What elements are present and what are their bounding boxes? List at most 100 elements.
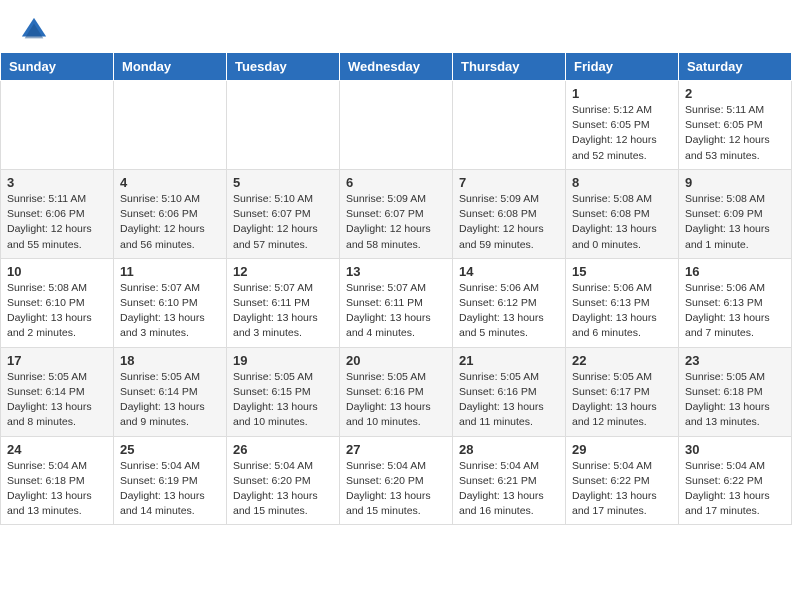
day-info: Sunrise: 5:09 AM Sunset: 6:08 PM Dayligh… <box>459 192 559 253</box>
day-info: Sunrise: 5:04 AM Sunset: 6:21 PM Dayligh… <box>459 459 559 520</box>
day-number: 24 <box>7 442 107 457</box>
calendar-week-4: 17 Sunrise: 5:05 AM Sunset: 6:14 PM Dayli… <box>1 347 792 436</box>
day-number: 9 <box>685 175 785 190</box>
day-number: 17 <box>7 353 107 368</box>
calendar-header-saturday: Saturday <box>679 53 792 81</box>
calendar-cell-4-3: 19 Sunrise: 5:05 AM Sunset: 6:15 PM Dayli… <box>227 347 340 436</box>
calendar-cell-3-6: 15 Sunrise: 5:06 AM Sunset: 6:13 PM Dayli… <box>566 258 679 347</box>
day-number: 21 <box>459 353 559 368</box>
day-number: 15 <box>572 264 672 279</box>
day-info: Sunrise: 5:05 AM Sunset: 6:14 PM Dayligh… <box>7 370 107 431</box>
calendar-cell-1-3 <box>227 81 340 170</box>
calendar-week-3: 10 Sunrise: 5:08 AM Sunset: 6:10 PM Dayli… <box>1 258 792 347</box>
day-info: Sunrise: 5:06 AM Sunset: 6:13 PM Dayligh… <box>572 281 672 342</box>
page-header <box>0 0 792 52</box>
day-info: Sunrise: 5:08 AM Sunset: 6:10 PM Dayligh… <box>7 281 107 342</box>
day-info: Sunrise: 5:05 AM Sunset: 6:15 PM Dayligh… <box>233 370 333 431</box>
calendar-cell-3-2: 11 Sunrise: 5:07 AM Sunset: 6:10 PM Dayli… <box>114 258 227 347</box>
day-number: 1 <box>572 86 672 101</box>
day-number: 23 <box>685 353 785 368</box>
day-info: Sunrise: 5:05 AM Sunset: 6:14 PM Dayligh… <box>120 370 220 431</box>
day-info: Sunrise: 5:04 AM Sunset: 6:22 PM Dayligh… <box>572 459 672 520</box>
calendar-cell-5-2: 25 Sunrise: 5:04 AM Sunset: 6:19 PM Dayli… <box>114 436 227 525</box>
day-info: Sunrise: 5:05 AM Sunset: 6:17 PM Dayligh… <box>572 370 672 431</box>
day-number: 26 <box>233 442 333 457</box>
calendar-cell-1-1 <box>1 81 114 170</box>
day-number: 13 <box>346 264 446 279</box>
day-number: 10 <box>7 264 107 279</box>
day-number: 8 <box>572 175 672 190</box>
calendar-cell-1-4 <box>340 81 453 170</box>
day-info: Sunrise: 5:10 AM Sunset: 6:06 PM Dayligh… <box>120 192 220 253</box>
day-info: Sunrise: 5:07 AM Sunset: 6:11 PM Dayligh… <box>233 281 333 342</box>
day-info: Sunrise: 5:05 AM Sunset: 6:16 PM Dayligh… <box>459 370 559 431</box>
day-number: 19 <box>233 353 333 368</box>
calendar-cell-2-7: 9 Sunrise: 5:08 AM Sunset: 6:09 PM Daylig… <box>679 169 792 258</box>
calendar-cell-2-4: 6Sunrise: 5:09 AM Sunset: 6:07 PM Daylig… <box>340 169 453 258</box>
calendar-cell-3-4: 13Sunrise: 5:07 AM Sunset: 6:11 PM Dayli… <box>340 258 453 347</box>
calendar-cell-3-5: 14Sunrise: 5:06 AM Sunset: 6:12 PM Dayli… <box>453 258 566 347</box>
calendar-table: SundayMondayTuesdayWednesdayThursdayFrid… <box>0 52 792 525</box>
day-number: 11 <box>120 264 220 279</box>
calendar-cell-4-5: 21 Sunrise: 5:05 AM Sunset: 6:16 PM Dayli… <box>453 347 566 436</box>
day-number: 25 <box>120 442 220 457</box>
calendar-cell-5-5: 28 Sunrise: 5:04 AM Sunset: 6:21 PM Dayli… <box>453 436 566 525</box>
day-info: Sunrise: 5:04 AM Sunset: 6:22 PM Dayligh… <box>685 459 785 520</box>
day-number: 22 <box>572 353 672 368</box>
calendar-cell-2-2: 4 Sunrise: 5:10 AM Sunset: 6:06 PM Daylig… <box>114 169 227 258</box>
day-info: Sunrise: 5:06 AM Sunset: 6:13 PM Dayligh… <box>685 281 785 342</box>
calendar-cell-5-4: 27Sunrise: 5:04 AM Sunset: 6:20 PM Dayli… <box>340 436 453 525</box>
day-info: Sunrise: 5:07 AM Sunset: 6:10 PM Dayligh… <box>120 281 220 342</box>
calendar-cell-5-3: 26 Sunrise: 5:04 AM Sunset: 6:20 PM Dayli… <box>227 436 340 525</box>
calendar-cell-5-7: 30Sunrise: 5:04 AM Sunset: 6:22 PM Dayli… <box>679 436 792 525</box>
day-info: Sunrise: 5:04 AM Sunset: 6:19 PM Dayligh… <box>120 459 220 520</box>
calendar-cell-2-1: 3 Sunrise: 5:11 AM Sunset: 6:06 PM Daylig… <box>1 169 114 258</box>
day-info: Sunrise: 5:10 AM Sunset: 6:07 PM Dayligh… <box>233 192 333 253</box>
calendar-header-thursday: Thursday <box>453 53 566 81</box>
calendar-cell-2-3: 5 Sunrise: 5:10 AM Sunset: 6:07 PM Daylig… <box>227 169 340 258</box>
day-number: 29 <box>572 442 672 457</box>
day-number: 3 <box>7 175 107 190</box>
day-info: Sunrise: 5:08 AM Sunset: 6:08 PM Dayligh… <box>572 192 672 253</box>
day-info: Sunrise: 5:05 AM Sunset: 6:16 PM Dayligh… <box>346 370 446 431</box>
day-number: 16 <box>685 264 785 279</box>
day-number: 7 <box>459 175 559 190</box>
calendar-week-5: 24 Sunrise: 5:04 AM Sunset: 6:18 PM Dayli… <box>1 436 792 525</box>
calendar-cell-2-5: 7 Sunrise: 5:09 AM Sunset: 6:08 PM Daylig… <box>453 169 566 258</box>
calendar-cell-3-7: 16 Sunrise: 5:06 AM Sunset: 6:13 PM Dayli… <box>679 258 792 347</box>
calendar-cell-1-6: 1 Sunrise: 5:12 AM Sunset: 6:05 PM Daylig… <box>566 81 679 170</box>
day-number: 2 <box>685 86 785 101</box>
logo <box>20 16 52 44</box>
calendar-cell-4-7: 23 Sunrise: 5:05 AM Sunset: 6:18 PM Dayli… <box>679 347 792 436</box>
day-number: 20 <box>346 353 446 368</box>
day-info: Sunrise: 5:04 AM Sunset: 6:18 PM Dayligh… <box>7 459 107 520</box>
day-info: Sunrise: 5:09 AM Sunset: 6:07 PM Dayligh… <box>346 192 446 253</box>
day-info: Sunrise: 5:04 AM Sunset: 6:20 PM Dayligh… <box>346 459 446 520</box>
calendar-cell-5-6: 29 Sunrise: 5:04 AM Sunset: 6:22 PM Dayli… <box>566 436 679 525</box>
calendar-header-row: SundayMondayTuesdayWednesdayThursdayFrid… <box>1 53 792 81</box>
calendar-header-tuesday: Tuesday <box>227 53 340 81</box>
day-info: Sunrise: 5:08 AM Sunset: 6:09 PM Dayligh… <box>685 192 785 253</box>
logo-icon <box>20 16 48 44</box>
day-info: Sunrise: 5:05 AM Sunset: 6:18 PM Dayligh… <box>685 370 785 431</box>
calendar-cell-4-6: 22 Sunrise: 5:05 AM Sunset: 6:17 PM Dayli… <box>566 347 679 436</box>
calendar-week-1: 1 Sunrise: 5:12 AM Sunset: 6:05 PM Daylig… <box>1 81 792 170</box>
day-number: 12 <box>233 264 333 279</box>
calendar-cell-2-6: 8 Sunrise: 5:08 AM Sunset: 6:08 PM Daylig… <box>566 169 679 258</box>
calendar-header-monday: Monday <box>114 53 227 81</box>
calendar-cell-1-5 <box>453 81 566 170</box>
day-info: Sunrise: 5:04 AM Sunset: 6:20 PM Dayligh… <box>233 459 333 520</box>
calendar-cell-1-2 <box>114 81 227 170</box>
day-number: 5 <box>233 175 333 190</box>
day-number: 28 <box>459 442 559 457</box>
calendar-cell-4-4: 20 Sunrise: 5:05 AM Sunset: 6:16 PM Dayli… <box>340 347 453 436</box>
day-number: 14 <box>459 264 559 279</box>
calendar-week-2: 3 Sunrise: 5:11 AM Sunset: 6:06 PM Daylig… <box>1 169 792 258</box>
day-info: Sunrise: 5:11 AM Sunset: 6:05 PM Dayligh… <box>685 103 785 164</box>
calendar-header-friday: Friday <box>566 53 679 81</box>
day-number: 4 <box>120 175 220 190</box>
day-info: Sunrise: 5:11 AM Sunset: 6:06 PM Dayligh… <box>7 192 107 253</box>
calendar-header-wednesday: Wednesday <box>340 53 453 81</box>
calendar-cell-3-3: 12 Sunrise: 5:07 AM Sunset: 6:11 PM Dayli… <box>227 258 340 347</box>
day-info: Sunrise: 5:12 AM Sunset: 6:05 PM Dayligh… <box>572 103 672 164</box>
